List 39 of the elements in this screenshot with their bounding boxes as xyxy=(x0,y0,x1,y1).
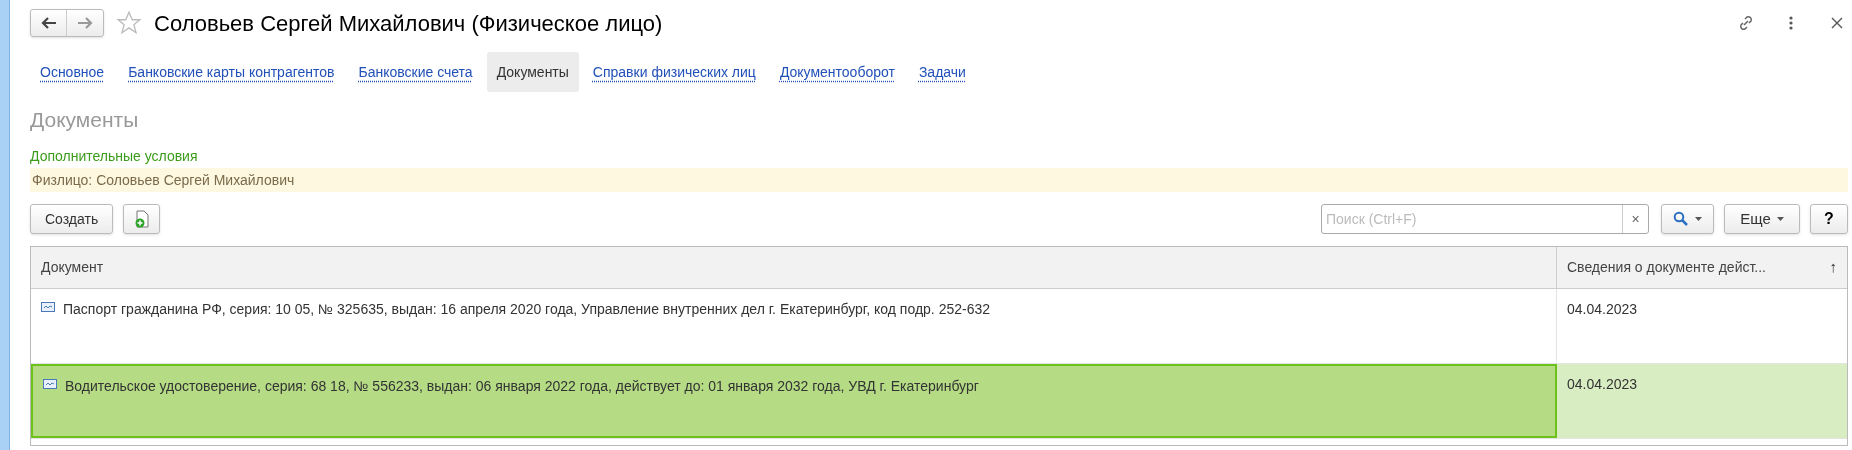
tab[interactable]: Задачи xyxy=(908,52,976,92)
tab[interactable]: Документы xyxy=(486,52,579,92)
caret-icon xyxy=(1776,217,1784,221)
add-document-icon xyxy=(133,210,150,228)
back-arrow-icon xyxy=(40,17,57,29)
close-icon[interactable] xyxy=(1830,16,1844,30)
conditions-title: Дополнительные условия xyxy=(30,147,199,166)
table-row[interactable]: Паспорт гражданина РФ, серия: 10 05, № 325635, выдан: 16 апреля 2020 года, Управление внутренних дел г. Екатеринбург, код подр. 252-632 04.04.2023 xyxy=(31,289,1847,364)
window-title: Соловьев Сергей Михайлович (Физическое лицо) xyxy=(154,9,663,38)
document-icon xyxy=(41,302,55,312)
help-button[interactable]: ? xyxy=(1810,204,1848,234)
tab[interactable]: Справки физических лиц xyxy=(582,52,766,92)
search-icon xyxy=(1673,211,1689,227)
document-icon xyxy=(43,379,57,389)
table-cell: Паспорт гражданина РФ, серия: 10 05, № 325635, выдан: 16 апреля 2020 года, Управление внутренних дел г. Екатеринбург, код подр. 252-632 xyxy=(31,289,1557,363)
table-cell-text: 04.04.2023 xyxy=(1566,300,1639,319)
section-title: Документы xyxy=(30,107,140,133)
star-icon[interactable] xyxy=(116,10,142,36)
caret-icon xyxy=(1695,217,1702,221)
forward-arrow-icon xyxy=(77,17,93,29)
more-options-icon[interactable] xyxy=(1788,15,1794,31)
column-header[interactable]: Сведения о документе дейст... ↑ xyxy=(1557,247,1847,288)
more-label: Еще xyxy=(1740,208,1771,229)
sort-indicator: ↑ xyxy=(1829,257,1837,278)
table-row[interactable]: Водительское удостоверение, серия: 68 18, № 556233, выдан: 06 января 2022 года, действует до: 01 января 2032 года, УВД г. Екатеринбург 04.04.2023 xyxy=(31,364,1847,439)
tab[interactable]: Банковские счета xyxy=(348,52,483,92)
clear-button[interactable]: × xyxy=(1622,205,1648,233)
search-menu-button[interactable] xyxy=(1661,204,1714,234)
search-field[interactable]: Поиск (Ctrl+F) × xyxy=(1321,204,1649,234)
tab[interactable]: Документооборот xyxy=(769,52,905,92)
table-cell: Водительское удостоверение, серия: 68 18, № 556233, выдан: 06 января 2022 года, действует до: 01 января 2032 года, УВД г. Екатеринбург xyxy=(31,364,1557,438)
filter-bar: Физлицо: Соловьев Сергей Михайлович xyxy=(30,168,1848,192)
column-header[interactable]: Документ xyxy=(31,247,1557,288)
table-cell-text: 04.04.2023 xyxy=(1566,375,1639,394)
tab[interactable]: Банковские карты контрагентов xyxy=(118,52,345,92)
more-button[interactable]: Еще xyxy=(1724,204,1800,234)
tab[interactable]: Основное xyxy=(30,52,115,92)
add-file-button[interactable] xyxy=(123,204,161,234)
create-button[interactable]: Создать xyxy=(30,204,114,234)
